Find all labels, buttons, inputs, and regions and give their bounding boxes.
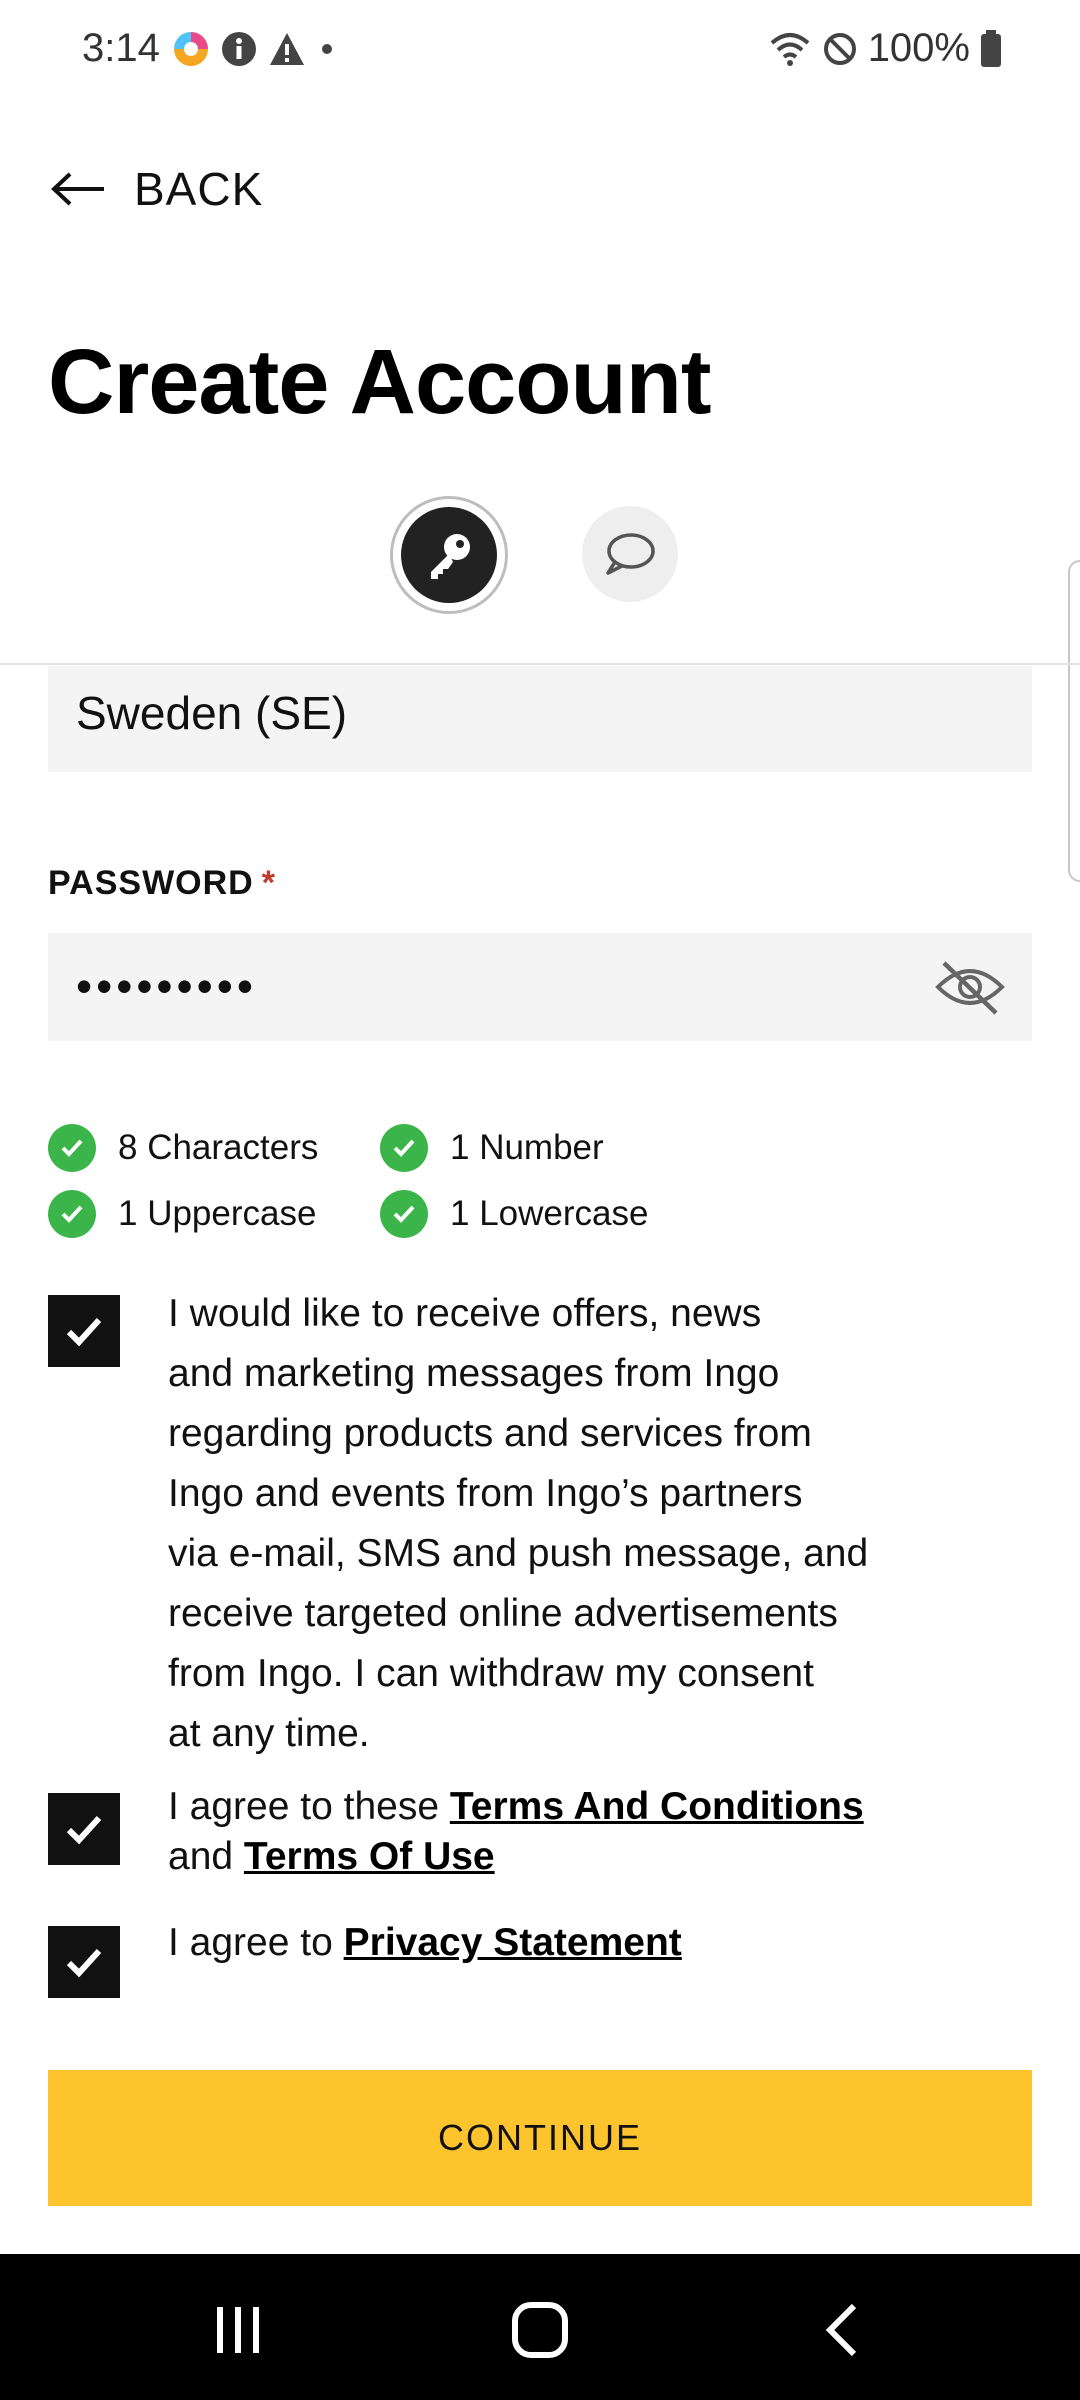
continue-button[interactable]: CONTINUE — [48, 2070, 1032, 2206]
check-circle-icon — [48, 1190, 96, 1238]
rule-lowercase: 1 Lowercase — [380, 1190, 648, 1238]
home-icon — [512, 2302, 568, 2358]
battery-icon — [981, 29, 1001, 67]
privacy-statement-link[interactable]: Privacy Statement — [344, 1921, 682, 1964]
terms-and-conditions-link[interactable]: Terms And Conditions — [450, 1785, 864, 1828]
checkmark-icon — [66, 1948, 102, 1978]
marketing-consent-text: I would like to receive offers, news and… — [168, 1292, 869, 1755]
check-circle-icon — [380, 1190, 428, 1238]
rule-label: 8 Characters — [118, 1128, 319, 1167]
checkmark-icon — [66, 1317, 102, 1347]
step-password[interactable] — [390, 496, 508, 614]
recent-apps-button[interactable] — [198, 2290, 278, 2370]
key-icon — [431, 534, 470, 579]
rule-number: 1 Number — [380, 1124, 604, 1172]
toggle-password-visibility-button[interactable] — [934, 957, 1006, 1017]
country-select[interactable]: Sweden (SE) — [48, 666, 1032, 772]
info-icon — [222, 32, 256, 66]
divider — [0, 663, 1080, 665]
status-bar: 3:14 100% — [0, 0, 1080, 100]
step-verification[interactable] — [582, 506, 678, 602]
checkmark-icon — [66, 1815, 102, 1845]
terms-consent-text: I agree to these Terms And Conditions an… — [168, 1785, 864, 1878]
marketing-consent-checkbox[interactable] — [48, 1295, 120, 1367]
privacy-consent-text: I agree to Privacy Statement — [168, 1921, 682, 1964]
rule-characters: 8 Characters — [48, 1124, 318, 1172]
recent-apps-icon — [217, 2307, 259, 2353]
system-back-button[interactable] — [803, 2290, 883, 2370]
privacy-consent-checkbox[interactable] — [48, 1926, 120, 1998]
battery-percentage: 100% — [867, 26, 970, 70]
home-button[interactable] — [500, 2290, 580, 2370]
check-circle-icon — [380, 1124, 428, 1172]
rule-label: 1 Uppercase — [118, 1194, 317, 1233]
terms-of-use-link[interactable]: Terms Of Use — [244, 1835, 495, 1878]
password-label: PASSWORD * — [48, 864, 276, 902]
step-indicator — [0, 496, 1080, 616]
status-time: 3:14 — [82, 26, 160, 70]
arrow-left-icon — [51, 172, 104, 206]
rule-uppercase: 1 Uppercase — [48, 1190, 316, 1238]
country-value: Sweden (SE) — [76, 687, 348, 739]
scroll-handle[interactable] — [1068, 560, 1080, 882]
check-circle-icon — [48, 1124, 96, 1172]
password-field[interactable]: ••••••••• — [48, 933, 1032, 1041]
rule-label: 1 Lowercase — [450, 1194, 649, 1233]
password-value: ••••••••• — [76, 960, 257, 1012]
app-notification-icon — [174, 32, 208, 66]
status-system-icons: 100% — [768, 26, 1002, 71]
back-button[interactable]: BACK — [50, 162, 263, 216]
status-notification-icons — [172, 30, 332, 68]
required-mark: * — [261, 864, 276, 902]
back-label: BACK — [134, 163, 264, 215]
system-navigation-bar — [0, 2254, 1080, 2400]
wifi-icon — [770, 32, 810, 66]
page-title: Create Account — [48, 331, 712, 433]
do-not-disturb-icon — [823, 32, 856, 65]
eye-off-icon — [935, 961, 1005, 1015]
chevron-left-icon — [825, 2303, 857, 2357]
dot-icon — [322, 44, 332, 54]
terms-consent-checkbox[interactable] — [48, 1793, 120, 1865]
chat-bubble-icon — [606, 533, 655, 575]
warning-icon — [270, 33, 304, 65]
rule-label: 1 Number — [450, 1128, 604, 1167]
